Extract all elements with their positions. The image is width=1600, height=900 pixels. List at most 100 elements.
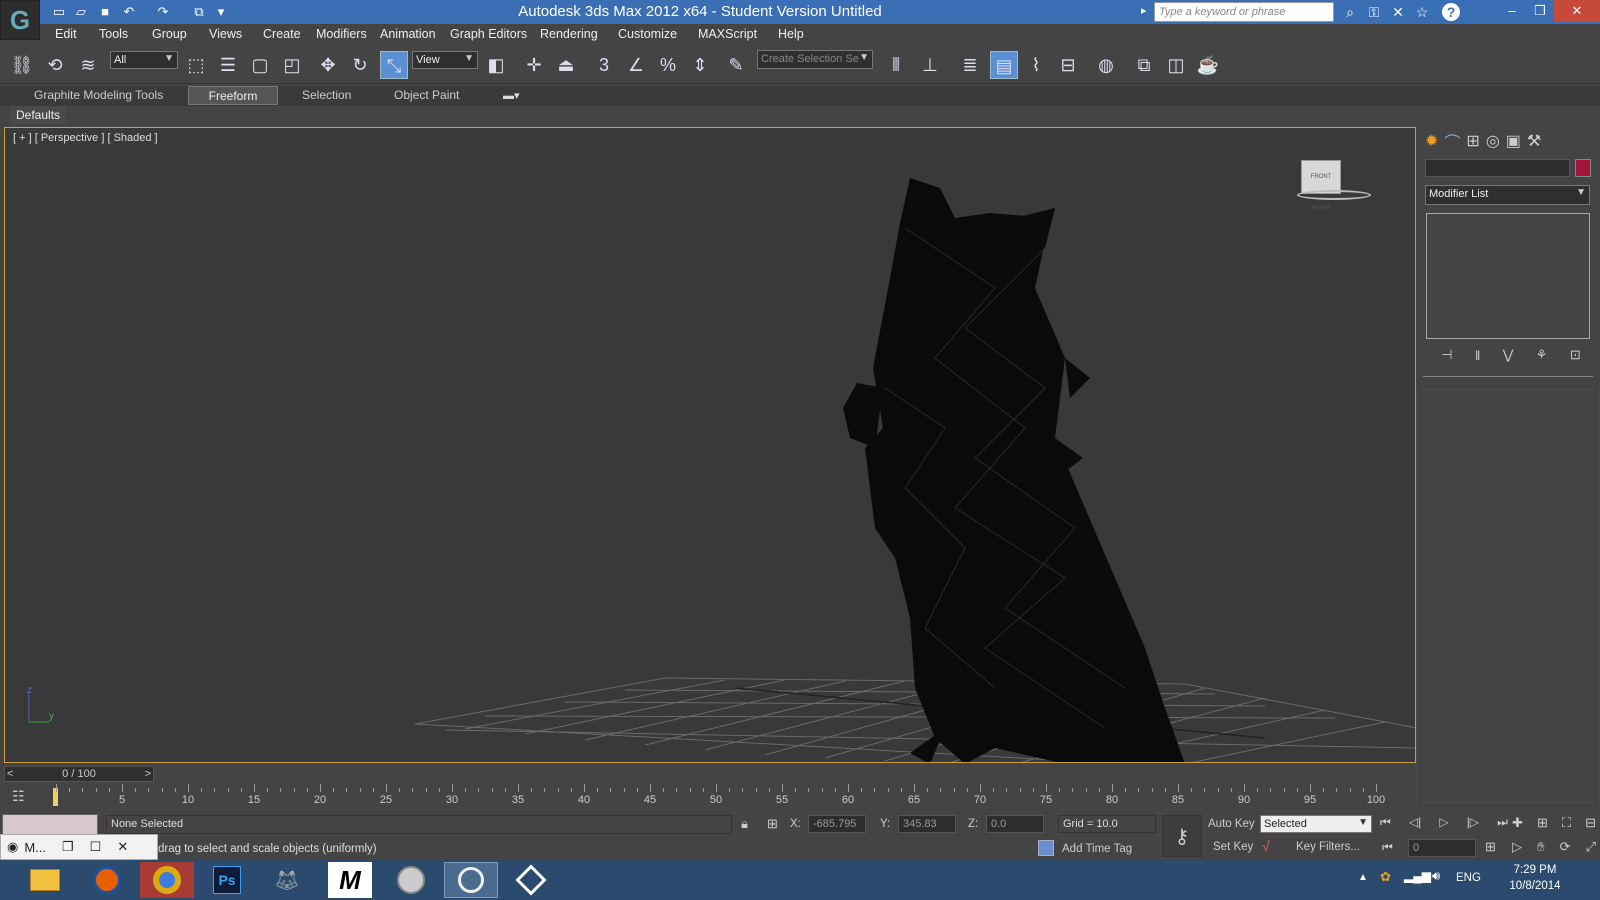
zoom-extents-icon[interactable]: ⛶ xyxy=(1562,815,1571,831)
menu-animation[interactable]: Animation xyxy=(380,27,436,41)
viewcube-compass-ring[interactable] xyxy=(1297,190,1371,200)
go-to-end-icon[interactable]: ⏭ xyxy=(1497,815,1508,830)
selection-lock-icon[interactable]: 🔒︎ xyxy=(741,816,748,832)
file-explorer-icon[interactable] xyxy=(18,862,72,898)
clock-time[interactable]: 7:29 PM xyxy=(1500,864,1570,876)
maximize-viewport-icon[interactable]: ⤢ xyxy=(1586,839,1596,855)
time-slider-prev[interactable]: < xyxy=(7,767,13,781)
go-to-start-icon[interactable]: ⏮ xyxy=(1380,815,1391,830)
add-time-tag[interactable]: Add Time Tag xyxy=(1062,843,1132,855)
favorites-star-icon[interactable]: ☆ xyxy=(1412,2,1432,22)
current-frame-field[interactable]: 0 xyxy=(1408,839,1476,857)
help-icon[interactable]: ? xyxy=(1442,3,1460,21)
menu-edit[interactable]: Edit xyxy=(55,27,77,41)
zoom-extents-all-icon[interactable]: ⊟ xyxy=(1585,815,1596,831)
maximize-small-icon[interactable]: ☐ xyxy=(90,839,102,855)
material-editor-icon[interactable]: ◍ xyxy=(1092,51,1120,79)
hierarchy-tab-icon[interactable]: ⊞ xyxy=(1466,131,1479,151)
time-configuration-icon[interactable]: ⊞ xyxy=(1485,839,1496,855)
redo-icon[interactable]: ↷ xyxy=(154,3,172,21)
firefox-icon[interactable] xyxy=(80,862,134,898)
graphite-toggle-icon[interactable]: ▤ xyxy=(990,51,1018,79)
mudbox-icon[interactable]: M xyxy=(328,862,372,898)
minimized-window[interactable]: ◉ M... ❐ ☐ ✕ xyxy=(0,834,158,860)
quick-access-dropdown-icon[interactable]: ▾ xyxy=(212,3,230,21)
photoshop-icon[interactable]: Ps xyxy=(200,862,254,898)
select-object-icon[interactable]: ⬚ xyxy=(182,51,210,79)
render-production-icon[interactable]: ☕ xyxy=(1194,51,1222,79)
select-rotate-icon[interactable]: ↻ xyxy=(346,51,374,79)
tab-object-paint[interactable]: Object Paint xyxy=(384,86,469,105)
percent-snap-icon[interactable]: % xyxy=(654,51,682,79)
save-icon[interactable]: ■ xyxy=(96,3,114,21)
tab-graphite-modeling-tools[interactable]: Graphite Modeling Tools xyxy=(24,86,173,105)
next-frame-icon[interactable]: |▷ xyxy=(1467,815,1479,830)
search-input[interactable]: Type a keyword or phrase xyxy=(1154,2,1334,22)
time-slider[interactable]: < 0 / 100 > xyxy=(4,766,154,782)
restore-icon[interactable]: ❐ xyxy=(62,839,74,855)
render-setup-icon[interactable]: ⧉ xyxy=(1130,51,1158,79)
menu-modifiers[interactable]: Modifiers xyxy=(316,27,367,41)
zoom-all-icon[interactable]: ⊞ xyxy=(1537,815,1548,831)
menu-tools[interactable]: Tools xyxy=(99,27,128,41)
menu-rendering[interactable]: Rendering xyxy=(540,27,598,41)
ribbon-options-icon[interactable]: ▬▾ xyxy=(503,89,520,102)
new-file-icon[interactable]: ▭ xyxy=(50,3,68,21)
close-small-icon[interactable]: ✕ xyxy=(117,839,128,855)
select-by-name-icon[interactable]: ☰ xyxy=(214,51,242,79)
key-mode-dropdown[interactable]: Selected ▼ xyxy=(1260,815,1372,833)
show-hidden-icons[interactable]: ▲ xyxy=(1358,872,1368,883)
tab-freeform[interactable]: Freeform xyxy=(188,86,278,105)
input-language[interactable]: ENG xyxy=(1456,872,1481,884)
open-file-icon[interactable]: ▱ xyxy=(72,3,90,21)
remove-modifier-icon[interactable]: ⚘ xyxy=(1536,347,1548,363)
network-signal-icon[interactable]: ▂▄▆ xyxy=(1404,869,1431,883)
select-move-icon[interactable]: ✥ xyxy=(314,51,342,79)
binoculars-icon[interactable]: ⌕ xyxy=(1340,2,1360,22)
menu-help[interactable]: Help xyxy=(778,27,804,41)
spinner-snap-icon[interactable]: ⇕ xyxy=(686,51,714,79)
clock-date[interactable]: 10/8/2014 xyxy=(1500,880,1570,892)
communication-center-icon[interactable]: ✕ xyxy=(1388,2,1408,22)
orbit-icon[interactable]: ⟳ xyxy=(1560,839,1571,855)
curve-editor-icon[interactable]: ⌇ xyxy=(1022,51,1050,79)
pivot-center-icon[interactable]: ◧ xyxy=(482,51,510,79)
rectangular-selection-icon[interactable]: ▢ xyxy=(246,51,274,79)
time-tag-icon[interactable] xyxy=(1038,840,1054,856)
perspective-viewport[interactable]: [ + ] [ Perspective ] [ Shaded ] FRONT R… xyxy=(4,127,1416,763)
set-key-button[interactable]: Set Key xyxy=(1213,841,1253,853)
utilities-tab-icon[interactable]: ⚒ xyxy=(1527,131,1541,151)
window-crossing-icon[interactable]: ◰ xyxy=(278,51,306,79)
viewcube[interactable]: FRONT RIGHT xyxy=(1301,160,1341,212)
modifier-list-dropdown[interactable]: Modifier List ▼ xyxy=(1425,185,1590,205)
mirror-icon[interactable]: ⫴ xyxy=(882,51,910,79)
pan-view-icon[interactable]: ✋︎ xyxy=(1537,839,1544,855)
zoom-icon[interactable]: ✚ xyxy=(1512,815,1523,831)
previous-frame-icon[interactable]: ◁| xyxy=(1409,815,1421,830)
modifier-stack[interactable] xyxy=(1426,213,1590,339)
key-filters-button[interactable]: Key Filters... xyxy=(1296,841,1360,853)
align-icon[interactable]: ⊥ xyxy=(916,51,944,79)
tab-selection[interactable]: Selection xyxy=(292,86,361,105)
named-selection-dropdown[interactable]: Create Selection Se ▼ xyxy=(757,50,873,69)
bind-space-warp-icon[interactable]: ≋ xyxy=(74,51,102,79)
chrome-icon[interactable] xyxy=(140,862,194,898)
subscription-key-icon[interactable]: ⚿ xyxy=(1364,2,1384,22)
set-keys-key-icon[interactable]: ⚷ xyxy=(1162,815,1202,857)
menu-group[interactable]: Group xyxy=(152,27,187,41)
y-coordinate-field[interactable]: 345.83 xyxy=(898,815,956,833)
close-button[interactable]: ✕ xyxy=(1554,0,1600,22)
menu-customize[interactable]: Customize xyxy=(618,27,677,41)
object-name-field[interactable] xyxy=(1425,159,1570,177)
maximize-button[interactable]: ❐ xyxy=(1526,0,1554,22)
modify-tab-icon[interactable]: ⌒ xyxy=(1444,129,1460,153)
ribbon-panel-defaults[interactable]: Defaults xyxy=(10,106,67,124)
maxscript-listener-mini[interactable] xyxy=(2,814,98,836)
make-unique-icon[interactable]: ⋁ xyxy=(1503,347,1514,363)
motion-tab-icon[interactable]: ◎ xyxy=(1486,131,1500,151)
key-mode-toggle-icon[interactable]: ⏮ xyxy=(1382,840,1393,855)
rendered-frame-window-icon[interactable]: ◫ xyxy=(1162,51,1190,79)
app-menu-button[interactable]: G xyxy=(0,0,40,40)
field-of-view-icon[interactable]: ▷ xyxy=(1512,839,1522,855)
show-end-result-icon[interactable]: ‖ xyxy=(1475,348,1480,363)
